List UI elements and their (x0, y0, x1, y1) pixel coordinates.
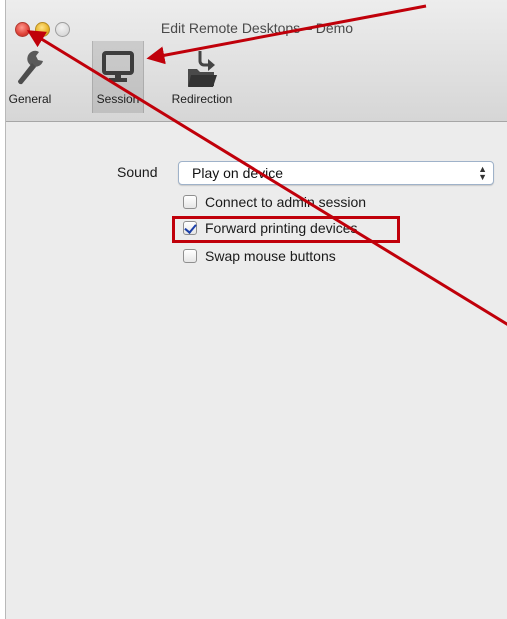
toolbar-general[interactable]: General (6, 41, 54, 113)
toolbar-redirection-label: Redirection (171, 92, 233, 106)
window: Edit Remote Desktops – Demo General Sess… (5, 0, 507, 619)
titlebar-toolbar: Edit Remote Desktops – Demo General Sess… (6, 0, 507, 122)
updown-arrows-icon: ▲ ▼ (478, 164, 487, 182)
annotation-highlight-box (172, 216, 400, 243)
swap-mouse-checkbox[interactable] (183, 249, 197, 263)
toolbar-session[interactable]: Session (92, 41, 144, 113)
swap-mouse-label: Swap mouse buttons (205, 248, 336, 264)
connect-admin-label: Connect to admin session (205, 194, 367, 210)
sound-popup[interactable]: Play on device ▲ ▼ (178, 161, 494, 185)
window-title: Edit Remote Desktops – Demo (160, 20, 354, 36)
folder-redirect-icon (188, 51, 217, 87)
sound-popup-value: Play on device (192, 165, 284, 181)
connect-admin-checkbox[interactable] (183, 195, 197, 209)
wrench-icon (17, 50, 43, 85)
sound-label: Sound (117, 164, 158, 180)
toolbar-general-label: General (8, 92, 52, 106)
toolbar-redirection[interactable]: Redirection (164, 41, 240, 113)
monitor-icon (102, 51, 134, 82)
toolbar-session-label: Session (96, 92, 140, 106)
